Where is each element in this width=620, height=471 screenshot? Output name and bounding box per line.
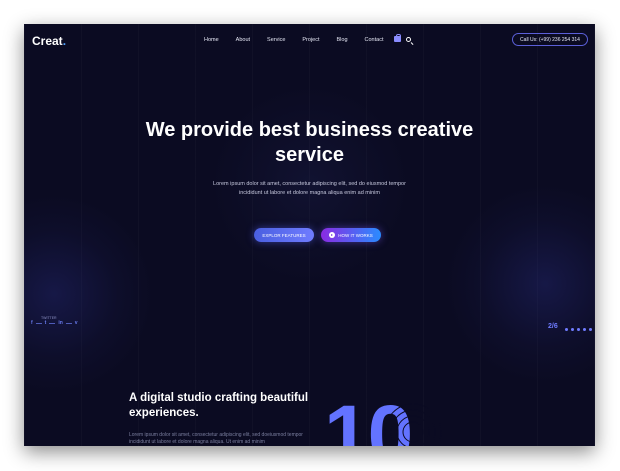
facebook-icon[interactable]: f (31, 320, 33, 326)
number-rings-decoration (384, 403, 442, 446)
logo-dot: . (62, 34, 67, 48)
slide-dot[interactable] (583, 328, 586, 331)
nav-contact[interactable]: Contact (365, 37, 384, 43)
bag-icon[interactable] (394, 34, 401, 42)
nav-home[interactable]: Home (204, 37, 219, 43)
main-nav: Home About Service Project Blog Contact (204, 37, 401, 43)
header-icons (394, 34, 411, 42)
nav-service[interactable]: Service (267, 37, 285, 43)
nav-about[interactable]: About (236, 37, 250, 43)
logo-text: Creat (32, 34, 63, 48)
slide-dots (565, 328, 592, 331)
hero-description: Lorem ipsum dolor sit amet, consectetur … (213, 181, 406, 196)
explore-features-label: EXPLOR FEATURES (262, 232, 306, 238)
search-icon[interactable] (406, 36, 411, 42)
hero-title: We provide best business creative servic… (145, 119, 474, 166)
about-description: Lorem ipsum dolor sit amet, consectetur … (129, 432, 303, 445)
slide-dot[interactable] (589, 328, 592, 331)
slide-dot[interactable] (565, 328, 568, 331)
social-links: TWITTER f t in v (31, 316, 78, 326)
nav-project[interactable]: Project (302, 37, 319, 43)
how-it-works-button[interactable]: HOW IT WORKS (321, 228, 381, 242)
linkedin-icon[interactable]: in (58, 320, 62, 326)
vimeo-icon[interactable]: v (75, 320, 78, 326)
slide-dot[interactable] (571, 328, 574, 331)
social-row: f t in v (31, 320, 78, 326)
how-it-works-label: HOW IT WORKS (338, 232, 373, 238)
play-icon (329, 232, 336, 238)
slide-counter: 2/6 (548, 323, 558, 330)
social-divider (49, 322, 56, 324)
social-divider (35, 322, 42, 324)
about-title: A digital studio crafting beautiful expe… (129, 392, 309, 419)
social-divider (65, 322, 72, 324)
nav-blog[interactable]: Blog (337, 37, 348, 43)
page-frame: Creat. Home About Service Project Blog C… (24, 24, 595, 446)
explore-features-button[interactable]: EXPLOR FEATURES (254, 228, 314, 242)
call-us-button[interactable]: Call Us: (+99) 236 254 314 (512, 33, 588, 46)
social-label: TWITTER (41, 316, 57, 320)
logo[interactable]: Creat. (32, 34, 66, 48)
slide-dot[interactable] (577, 328, 580, 331)
twitter-icon[interactable]: t (45, 320, 47, 326)
